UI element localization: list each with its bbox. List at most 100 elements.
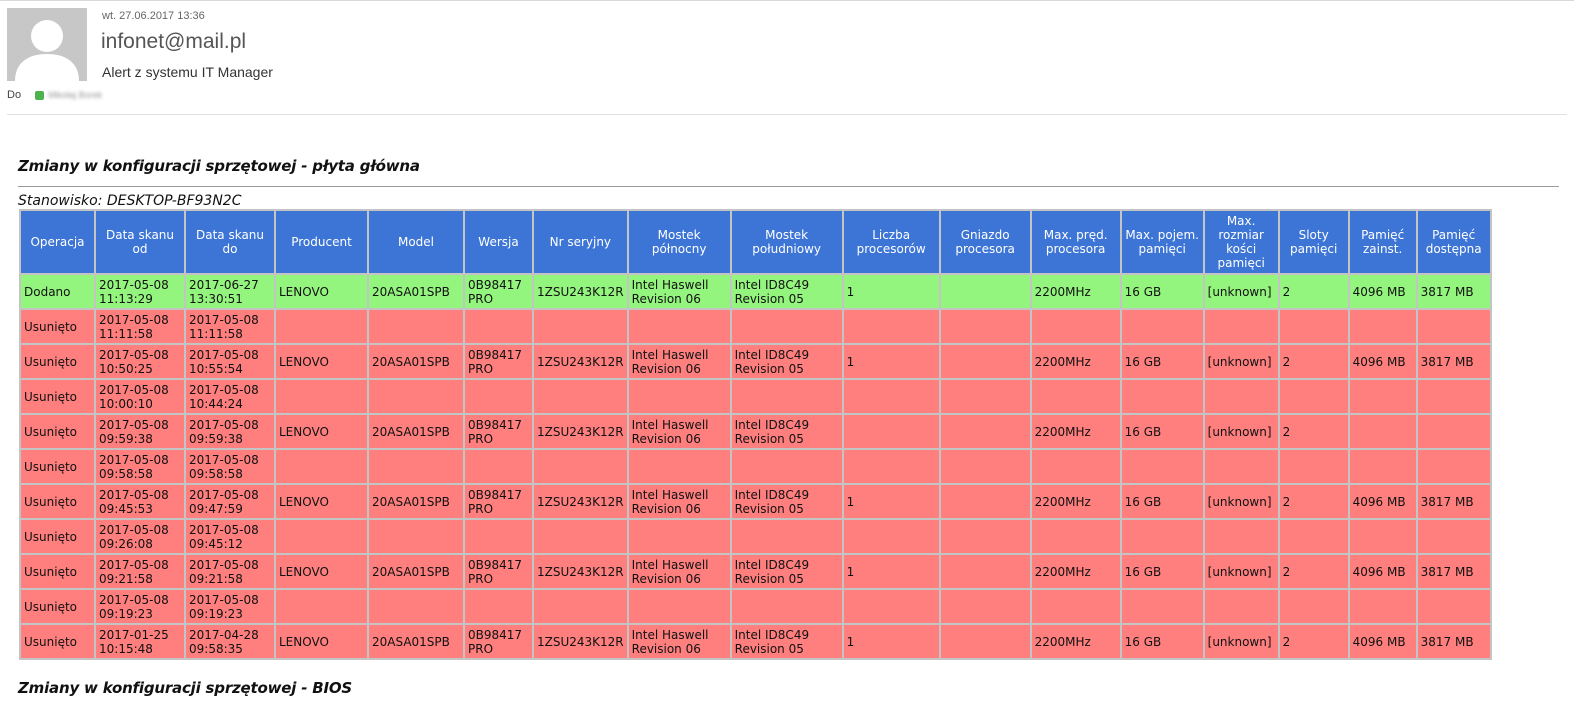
table-cell: 2200MHz [1031,275,1120,308]
table-cell: 1ZSU243K12R [534,485,627,518]
table-cell: 1ZSU243K12R [534,345,627,378]
table-cell [1031,590,1120,623]
table-cell [940,520,1030,553]
table-cell: Intel Haswell Revision 06 [628,345,730,378]
table-cell: 20ASA01SPB [369,485,463,518]
table-cell: Usunięto [21,520,94,553]
table-cell: 2200MHz [1031,625,1120,658]
table-cell: 3817 MB [1417,345,1490,378]
table-row: Usunięto 2017-05-08 10:00:10 2017-05-08 10… [21,380,1490,413]
table-cell [534,520,627,553]
table-cell: Intel Haswell Revision 06 [628,555,730,588]
table-cell: 1 [843,485,939,518]
table-cell: 2 [1279,275,1348,308]
column-header: Pamięć dostępna [1417,211,1490,273]
table-cell: 2 [1279,345,1348,378]
table-cell: Intel ID8C49 Revision 05 [731,625,842,658]
table-cell [843,590,939,623]
presence-status-icon [35,90,45,100]
table-cell: 0B98417 PRO [465,555,532,588]
table-cell [465,520,532,553]
table-cell [1349,450,1416,483]
table-cell: Usunięto [21,345,94,378]
top-border [0,0,1574,1]
table-cell [1417,520,1490,553]
table-cell [1279,590,1348,623]
table-cell [1031,450,1120,483]
table-cell: 2017-05-08 09:47:59 [186,485,274,518]
table-cell [731,450,842,483]
sender-avatar[interactable] [7,8,87,81]
table-cell [731,520,842,553]
recipients-row: Do Mikołaj Borek [7,89,102,101]
table-cell [1349,310,1416,343]
table-cell [843,520,939,553]
table-cell [465,590,532,623]
table-cell: 0B98417 PRO [465,625,532,658]
table-cell [1204,520,1278,553]
table-cell [1417,380,1490,413]
table-cell: 2017-05-08 09:58:58 [96,450,184,483]
table-cell [534,450,627,483]
column-header: Data skanu do [186,211,274,273]
message-subject: Alert z systemu IT Manager [102,64,273,80]
table-cell [1121,520,1203,553]
table-cell [1349,380,1416,413]
table-cell: 2200MHz [1031,555,1120,588]
table-row: Dodano 2017-05-08 11:13:29 2017-06-27 13:3… [21,275,1490,308]
column-header: Gniazdo procesora [940,211,1030,273]
column-header: Operacja [21,211,94,273]
table-cell [628,380,730,413]
column-header: Pamięć zainst. [1349,211,1416,273]
table-cell [731,590,842,623]
table-cell: LENOVO [276,485,367,518]
table-cell [1121,590,1203,623]
table-cell: 2017-05-08 09:45:12 [186,520,274,553]
table-cell [940,450,1030,483]
table-cell: [unknown] [1204,485,1278,518]
table-header-row: Operacja Data skanu od Data skanu do Produc… [21,211,1490,273]
table-row: Usunięto 2017-05-08 09:45:53 2017-05-08 09… [21,485,1490,518]
table-cell [1121,380,1203,413]
table-cell [940,625,1030,658]
table-cell: 1ZSU243K12R [534,555,627,588]
table-cell: Usunięto [21,310,94,343]
table-row: Usunięto 2017-05-08 09:21:58 2017-05-08 09… [21,555,1490,588]
table-cell: 16 GB [1121,415,1203,448]
table-cell [1204,450,1278,483]
table-cell: 2017-05-08 09:19:23 [96,590,184,623]
table-cell: Usunięto [21,380,94,413]
table-cell: 20ASA01SPB [369,555,463,588]
table-cell: 1 [843,275,939,308]
table-cell [534,310,627,343]
table-cell [1279,450,1348,483]
recipient-name[interactable]: Mikołaj Borek [48,90,102,100]
column-header: Max. pręd. procesora [1031,211,1120,273]
table-cell [843,310,939,343]
table-cell: Intel Haswell Revision 06 [628,485,730,518]
table-cell: [unknown] [1204,415,1278,448]
table-cell: 4096 MB [1349,555,1416,588]
table-cell [1204,380,1278,413]
table-cell: 4096 MB [1349,625,1416,658]
table-cell [1417,310,1490,343]
table-cell [1349,590,1416,623]
column-header: Liczba procesorów [843,211,939,273]
table-row: Usunięto 2017-05-08 11:11:58 2017-05-08 11… [21,310,1490,343]
table-cell: 2017-05-08 09:21:58 [96,555,184,588]
table-cell [369,310,463,343]
table-row: Usunięto 2017-05-08 09:19:23 2017-05-08 09… [21,590,1490,623]
table-cell: LENOVO [276,555,367,588]
header-separator [7,114,1567,115]
table-cell: 16 GB [1121,485,1203,518]
sender-address[interactable]: infonet@mail.pl [101,30,246,54]
table-cell [276,450,367,483]
table-cell: 1 [843,625,939,658]
table-cell: 0B98417 PRO [465,485,532,518]
table-cell: Intel ID8C49 Revision 05 [731,555,842,588]
table-cell [465,310,532,343]
table-cell: Usunięto [21,625,94,658]
table-cell: Intel ID8C49 Revision 05 [731,345,842,378]
table-cell: 3817 MB [1417,275,1490,308]
to-label: Do [7,89,22,101]
